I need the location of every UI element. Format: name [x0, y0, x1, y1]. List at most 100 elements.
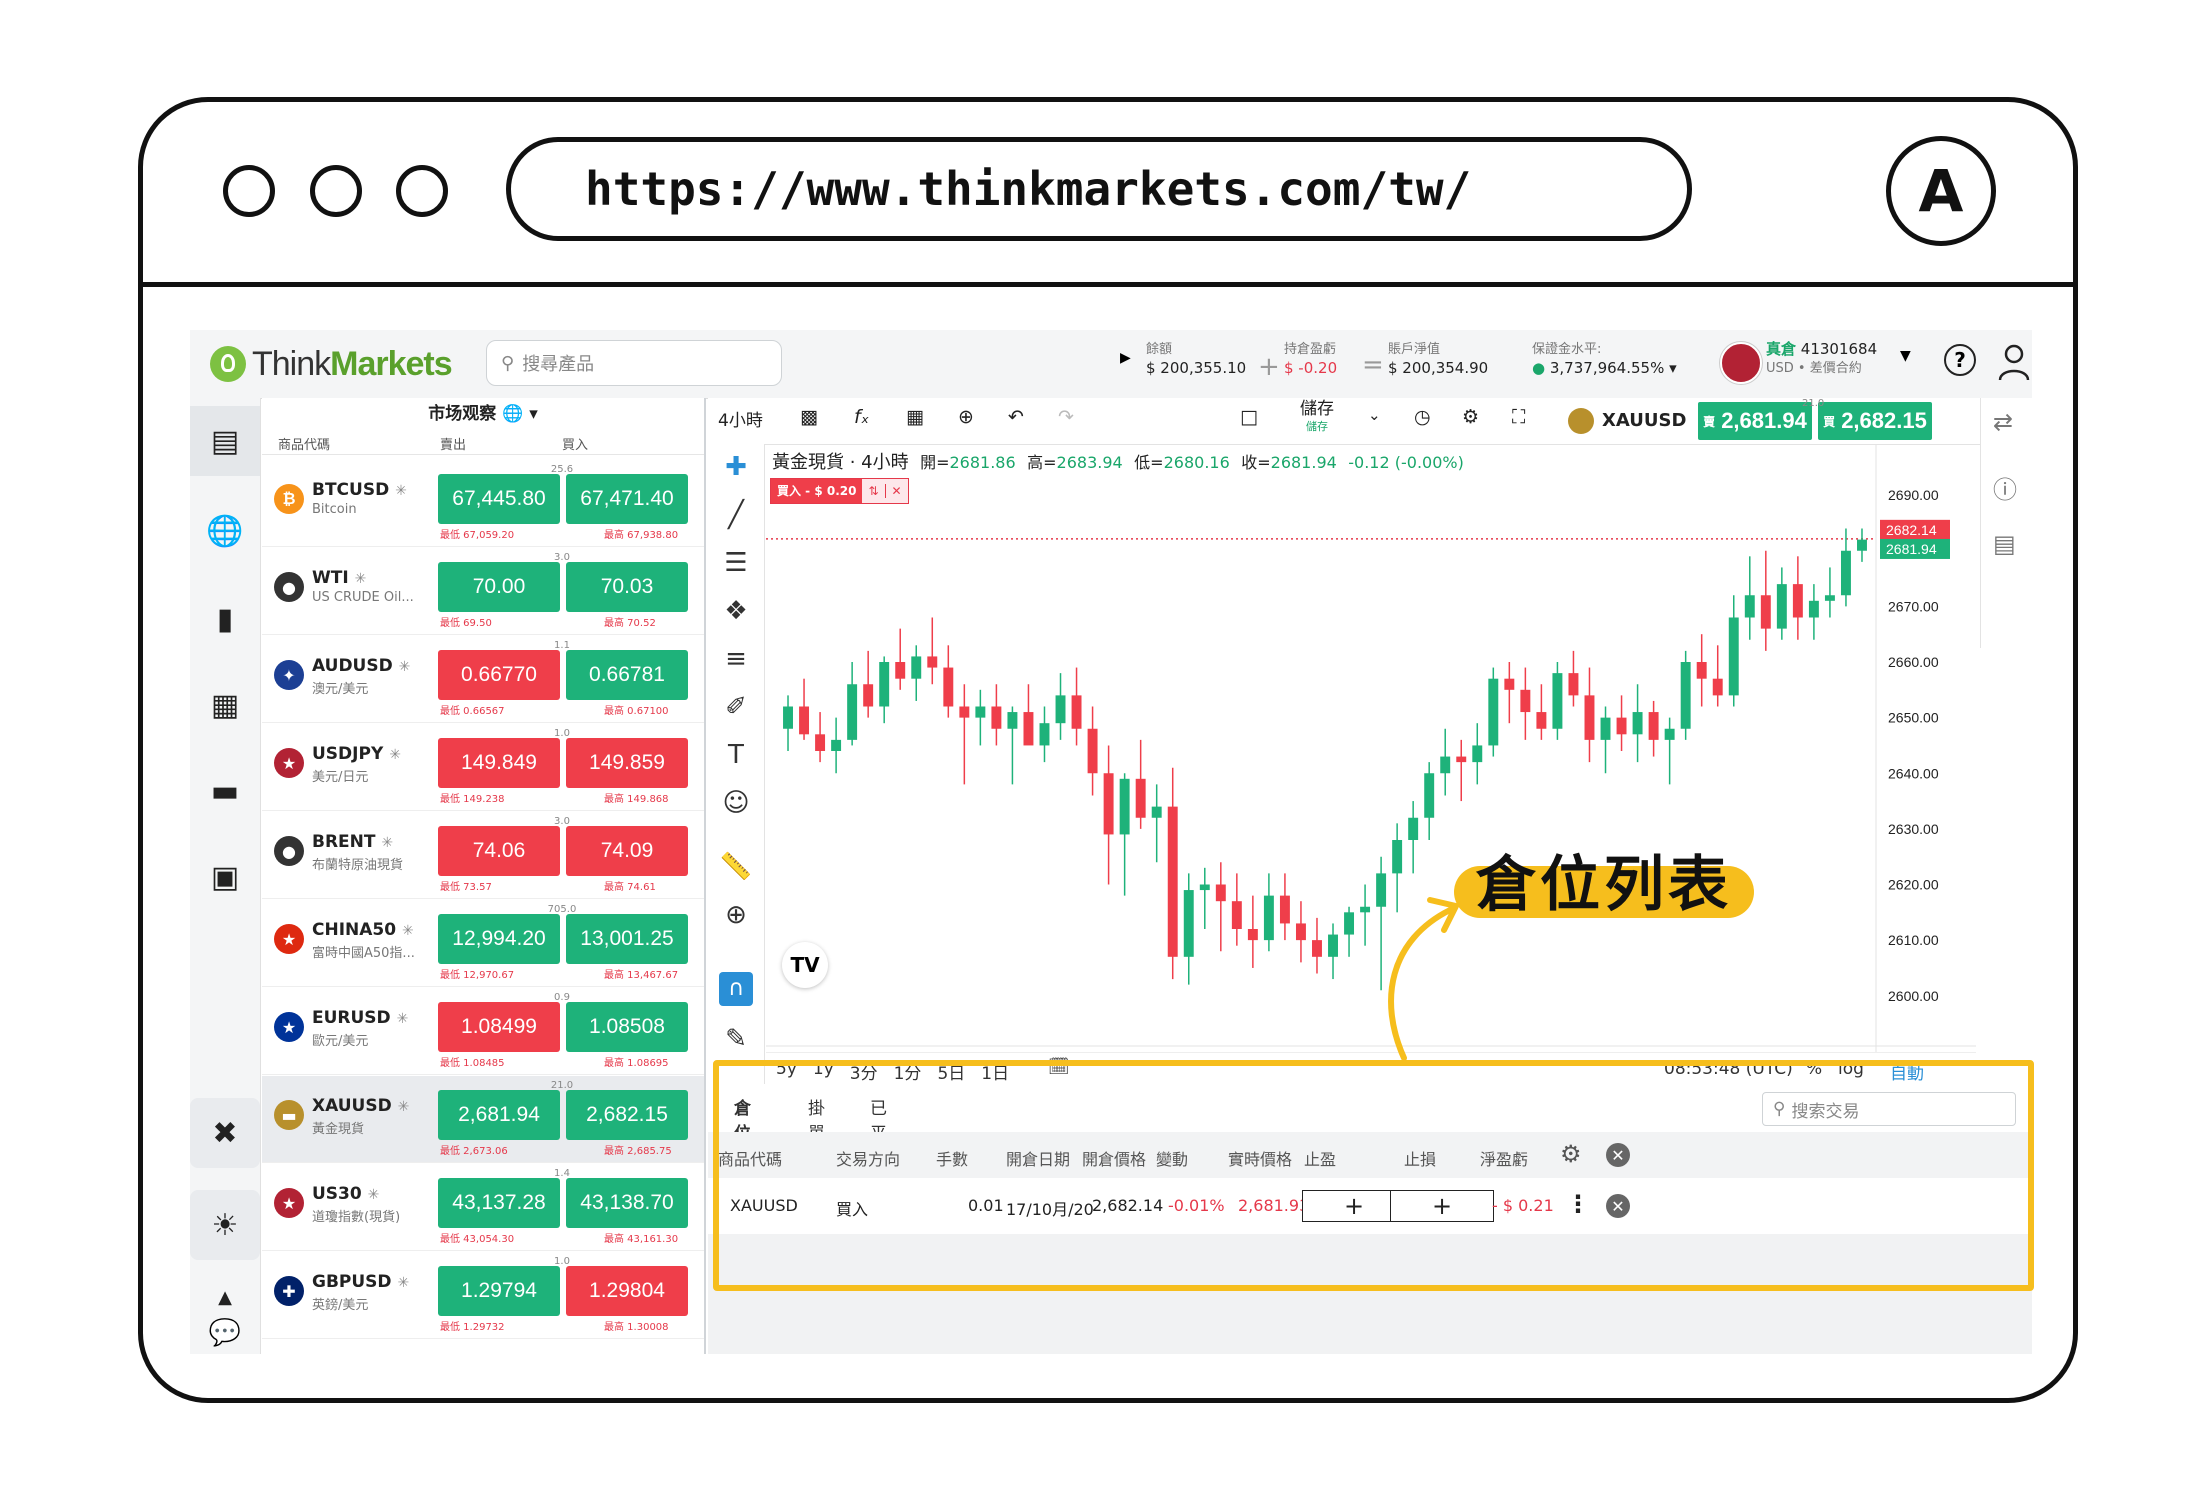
profile-button[interactable]: A [1886, 136, 1996, 246]
fib-icon[interactable]: ≡ [708, 636, 764, 682]
candle-body [815, 734, 826, 751]
chat-icon[interactable]: 💬 [190, 1298, 260, 1354]
buy-price-button[interactable]: 149.859 [566, 738, 688, 788]
buy-price-button[interactable]: 67,471.40 [566, 474, 688, 524]
globe-nav-icon[interactable]: 🌐 [190, 496, 260, 566]
watchlist-row[interactable]: ● WTI ✳ US CRUDE Oil... 70.00 70.03 3.0 最低 69.… [262, 548, 704, 635]
window-control-3[interactable] [396, 165, 448, 217]
watchlist-row[interactable]: ✦ AUDUSD ✳ 澳元/美元 0.66770 0.66781 1.1 最低 0.6656… [262, 636, 704, 723]
help-icon[interactable]: ? [1944, 344, 1976, 376]
sell-price-button[interactable]: 43,137.28 [438, 1178, 560, 1228]
watchlist-row[interactable]: ★ CHINA50 ✳ 富時中國A50指... 12,994.20 13,001.25 7… [262, 900, 704, 987]
buy-price-button[interactable]: 2,682.15 [566, 1090, 688, 1140]
address-bar[interactable]: https://www.thinkmarkets.com/tw/ [506, 137, 1692, 241]
video-nav-icon[interactable]: ▣ [190, 842, 260, 912]
chart-symbol[interactable]: XAUUSD [1602, 410, 1686, 431]
sell-price-button[interactable]: 2,681.94 [438, 1090, 560, 1140]
chevron-down-icon: ▾ [1669, 359, 1677, 377]
zoom-in-icon[interactable]: ⊕ [708, 892, 764, 938]
sell-price-button[interactable]: 0.66770 [438, 650, 560, 700]
sell-price-button[interactable]: 149.849 [438, 738, 560, 788]
buy-price-button[interactable]: 74.09 [566, 826, 688, 876]
sell-price-button[interactable]: 67,445.80 [438, 474, 560, 524]
market-watch-nav-icon[interactable]: ▤ [190, 406, 260, 476]
no-signal-nav-icon[interactable]: ✖ [190, 1098, 260, 1168]
pencil-lock-icon[interactable]: ✎ [708, 1016, 764, 1062]
magnet-icon[interactable]: ∩ [708, 966, 764, 1012]
sell-price-button[interactable]: 1.08499 [438, 1002, 560, 1052]
buy-price-button[interactable]: 70.03 [566, 562, 688, 612]
margin-block[interactable]: 保證金水平: ● 3,737,964.55% ▾ [1532, 340, 1677, 378]
reverse-icon[interactable]: ⇅ [862, 484, 884, 498]
buy-price-button[interactable]: 1.29804 [566, 1266, 688, 1316]
candle-body [1215, 884, 1226, 902]
indicators-icon[interactable]: fₓ [854, 406, 869, 428]
brightness-nav-icon[interactable]: ☀ [190, 1190, 260, 1260]
trendline-icon[interactable]: ╱ [708, 492, 764, 538]
watchlist-row[interactable]: ★ US30 ✳ 道瓊指數(現貨) 43,137.28 43,138.70 1.4 最低 4… [262, 1164, 704, 1251]
sell-price-button[interactable]: 1.29794 [438, 1266, 560, 1316]
product-search-input[interactable]: ⚲ 搜尋產品 [486, 340, 782, 386]
news-icon[interactable]: ▤ [1993, 530, 2016, 558]
watchlist-row[interactable]: ₿ BTCUSD ✳ Bitcoin 67,445.80 67,471.40 25.6 最低… [262, 460, 704, 547]
candle-body [1007, 712, 1018, 729]
buy-price-button[interactable]: 43,138.70 [566, 1178, 688, 1228]
window-control-1[interactable] [223, 165, 275, 217]
account-chevron-icon[interactable]: ▼ [1900, 348, 1911, 364]
account-number: 41301684 [1800, 340, 1878, 358]
pattern-icon[interactable]: ❖ [708, 588, 764, 634]
dumbbell-nav-icon[interactable]: ▬ [190, 756, 260, 826]
account-block[interactable]: 真倉 41301684 USD • 差價合約 [1766, 340, 1877, 378]
fullscreen-icon[interactable]: ⛶ [1512, 406, 1525, 428]
position-line-tag[interactable]: 買入 - $ 0.20 ⇅ ✕ [770, 478, 909, 504]
collapse-arrow-icon[interactable]: ▶ [1120, 350, 1131, 366]
sell-price-button[interactable]: 70.00 [438, 562, 560, 612]
swap-arrows-icon[interactable]: ⇄ [1993, 408, 2013, 436]
sell-price-button[interactable]: 12,994.20 [438, 914, 560, 964]
y-tick-label: 2640.00 [1888, 765, 1939, 781]
window-control-2[interactable] [310, 165, 362, 217]
watchlist-row[interactable]: ★ USDJPY ✳ 美元/日元 149.849 149.859 1.0 最低 149.23… [262, 724, 704, 811]
save-button[interactable]: 儲存 儲存 [1300, 400, 1334, 436]
redo-icon[interactable]: ↷ [1058, 406, 1074, 428]
brush-icon[interactable]: ✐ [708, 684, 764, 730]
sell-price-button[interactable]: 74.06 [438, 826, 560, 876]
crosshair-icon[interactable]: ✚ [708, 444, 764, 490]
candle-body [1760, 595, 1771, 629]
watchlist-row[interactable]: ★ EURUSD ✳ 歐元/美元 1.08499 1.08508 0.9 最低 1.0848… [262, 988, 704, 1075]
candle-body [1488, 678, 1499, 746]
emoji-icon[interactable]: ☺ [708, 780, 764, 826]
market-watch-title[interactable]: 市场观察 🌐 ▾ [262, 398, 704, 430]
info-icon[interactable]: ⓘ [1993, 470, 2017, 505]
candle-type-icon[interactable]: ▩ [800, 406, 818, 428]
user-icon[interactable] [1996, 342, 2032, 382]
rectangle-icon[interactable]: □ [1240, 406, 1258, 428]
alert-clock-icon[interactable]: ◷ [1414, 406, 1431, 428]
day-low: 最低 1.29732 [440, 1322, 505, 1333]
watchlist-row[interactable]: ● BRENT ✳ 布蘭特原油現貨 74.06 74.09 3.0 最低 73.57 最高 7… [262, 812, 704, 899]
horizontal-lines-icon[interactable]: ☰ [708, 540, 764, 586]
close-position-line-icon[interactable]: ✕ [884, 484, 908, 498]
chart-sell-button[interactable]: 賣 2,681.94 [1698, 402, 1812, 440]
calendar-nav-icon[interactable]: ▦ [190, 670, 260, 740]
chart-buy-button[interactable]: 買 2,682.15 [1818, 402, 1932, 440]
signal-bars-nav-icon[interactable]: ▮ [190, 584, 260, 654]
undo-icon[interactable]: ↶ [1008, 406, 1024, 428]
equity-block: 賬戶淨值 $ 200,354.90 [1388, 340, 1488, 378]
add-compare-icon[interactable]: ⊕ [958, 406, 974, 428]
watchlist-row[interactable]: ▬ XAUUSD ✳ 黃金現貨 2,681.94 2,682.15 21.0 最低 2,67… [262, 1076, 704, 1163]
thinkmarkets-logo[interactable]: ThinkMarkets [210, 342, 453, 386]
buy-price-button[interactable]: 0.66781 [566, 650, 688, 700]
tradingview-logo-icon[interactable]: TV [782, 942, 828, 988]
settings-icon[interactable]: ⚙ [1462, 406, 1479, 428]
save-chevron-icon[interactable]: ⌄ [1368, 406, 1381, 424]
ruler-icon[interactable]: 📏 [708, 844, 764, 890]
day-high: 最高 67,938.80 [604, 530, 679, 541]
interval-selector[interactable]: 4小時 [718, 406, 763, 431]
buy-price-button[interactable]: 13,001.25 [566, 914, 688, 964]
layout-grid-icon[interactable]: ▦ [906, 406, 924, 428]
text-tool-icon[interactable]: T [708, 732, 764, 778]
buy-price-button[interactable]: 1.08508 [566, 1002, 688, 1052]
sparkle-icon: ✳ [397, 1099, 410, 1115]
watchlist-row[interactable]: ✚ GBPUSD ✳ 英鎊/美元 1.29794 1.29804 1.0 最低 1.2973… [262, 1252, 704, 1339]
